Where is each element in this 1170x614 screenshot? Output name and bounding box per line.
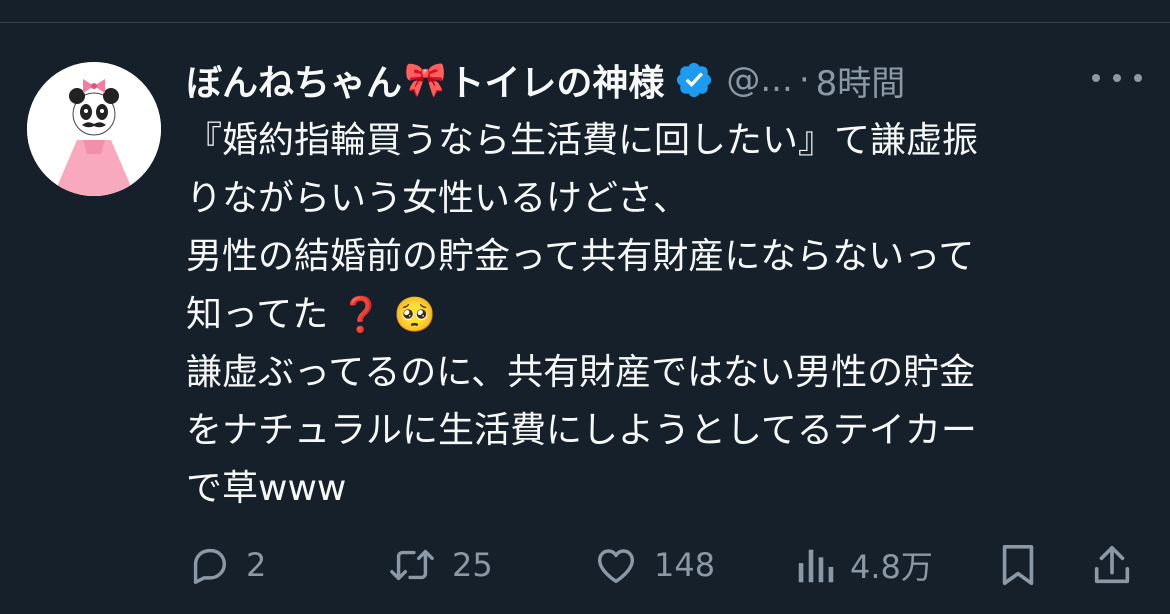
- panda-avatar-image: [27, 62, 161, 196]
- retweet-button[interactable]: 25: [386, 535, 493, 595]
- question-mark-emoji: ❓: [339, 295, 382, 335]
- display-name-suffix[interactable]: トイレの神様: [448, 54, 664, 106]
- share-button[interactable]: [1090, 535, 1134, 595]
- like-count: 148: [654, 546, 716, 584]
- handle[interactable]: @...: [726, 60, 792, 100]
- avatar[interactable]: [27, 62, 161, 196]
- pleading-face-emoji: 🥺: [393, 295, 436, 335]
- verified-badge-icon: [677, 62, 712, 98]
- views-button[interactable]: 4.8万: [796, 535, 933, 595]
- tweet-line: で草www: [186, 468, 347, 509]
- views-chart-icon: [798, 549, 834, 583]
- tweet-line: 『婚約指輪買うなら生活費に回したい』て謙虚振: [186, 120, 979, 161]
- tweet-text: 『婚約指輪買うなら生活費に回したい』て謙虚振 りながらいう女性いるけどさ、 男性…: [186, 112, 1146, 518]
- tweet-line: りながらいう女性いるけどさ、: [186, 178, 689, 219]
- view-count: 4.8万: [850, 548, 933, 586]
- ribbon-emoji: 🎀: [404, 60, 447, 100]
- display-name[interactable]: ぼんねちゃん: [186, 54, 402, 106]
- tweet-line: 男性の結婚前の貯金って共有財産にならないって: [186, 236, 975, 277]
- bookmark-button[interactable]: [998, 535, 1038, 595]
- retweet-count: 25: [452, 546, 493, 584]
- more-options-icon[interactable]: [1092, 58, 1142, 98]
- bookmark-icon: [1002, 544, 1034, 586]
- heart-icon: [597, 549, 635, 584]
- retweet-icon: [390, 549, 434, 581]
- timestamp[interactable]: 8時間: [816, 56, 906, 105]
- dot: [1113, 74, 1121, 82]
- reply-button[interactable]: 2: [186, 535, 266, 595]
- dot: [1134, 74, 1142, 82]
- tweet-line: 知ってた: [186, 294, 329, 335]
- tweet-line-with-emoji: 知ってた ❓ 🥺: [186, 286, 1146, 344]
- action-bar: 2 25 148 4.8万: [186, 535, 1146, 595]
- tweet-line: 謙虚ぶってるのに、共有財産ではない男性の貯金: [186, 352, 976, 393]
- tweet-line: をナチュラルに生活費にしようとしてるテイカー: [186, 410, 977, 451]
- dot: [1092, 74, 1100, 82]
- share-icon: [1094, 545, 1130, 584]
- reply-count: 2: [246, 546, 267, 584]
- separator-dot: ·: [798, 60, 810, 100]
- like-button[interactable]: 148: [592, 535, 715, 595]
- tweet-header: ぼんねちゃん 🎀 トイレの神様 @... · 8時間: [186, 50, 1146, 110]
- top-divider: [0, 22, 1170, 23]
- reply-icon: [193, 548, 227, 584]
